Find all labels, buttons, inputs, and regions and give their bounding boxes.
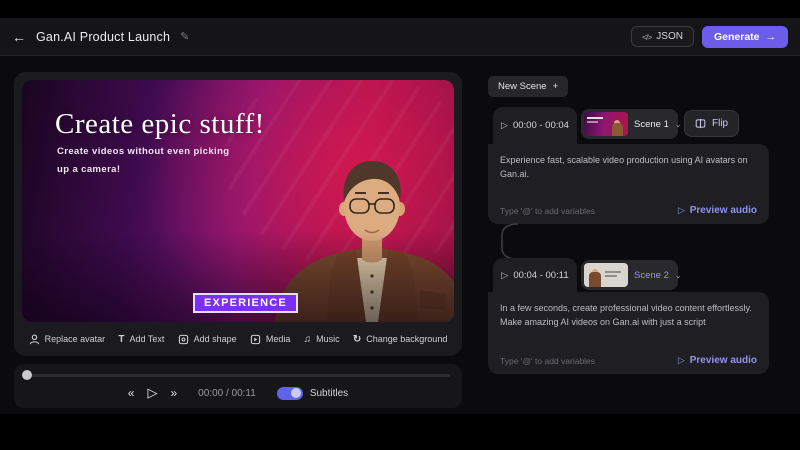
scene1-name: Scene 1 (634, 119, 669, 130)
scene2-preview-audio-button[interactable]: ▷ Preview audio (678, 355, 757, 366)
media-button[interactable]: Media (250, 334, 291, 345)
video-subtitle-line1: Create videos without even picking (57, 146, 230, 157)
scene1-script-card: Experience fast, scalable video producti… (488, 144, 769, 224)
text-icon: T (118, 334, 124, 345)
scene2-script-input[interactable]: In a few seconds, create professional vi… (500, 302, 757, 330)
rewind-icon[interactable]: « (128, 386, 135, 400)
play-icon: ▷ (678, 205, 685, 216)
scene2-time-range: 00:04 - 00:11 (513, 270, 568, 281)
replace-avatar-button[interactable]: Replace avatar (29, 334, 106, 345)
experience-badge[interactable]: EXPERIENCE (193, 293, 298, 313)
back-icon[interactable]: ← (12, 29, 26, 45)
scene1-thumbnail (584, 112, 628, 136)
play-icon: ▷ (678, 355, 685, 366)
tool-label: Media (266, 334, 291, 344)
scene-connector-line (498, 223, 520, 261)
refresh-icon: ↻ (353, 334, 361, 345)
add-text-button[interactable]: T Add Text (118, 334, 164, 345)
playback-bar: « ▷ » 00:00 / 00:11 Subtitles (14, 364, 462, 408)
json-button[interactable]: </> JSON (631, 26, 694, 47)
play-icon[interactable]: ▷ (501, 120, 508, 131)
flip-button[interactable]: Flip (684, 110, 739, 137)
time-display: 00:00 / 00:11 (198, 388, 256, 399)
subtitles-label: Subtitles (310, 388, 348, 399)
new-scene-label: New Scene (498, 81, 547, 92)
flip-icon (695, 118, 706, 129)
scene1-time-range: 00:00 - 00:04 (513, 120, 569, 131)
plus-icon: + (553, 81, 559, 92)
music-icon: ♫ (304, 334, 312, 345)
scene2-selector[interactable]: Scene 2 ⌄ (581, 260, 678, 290)
tool-label: Change background (366, 334, 447, 344)
shape-icon (178, 334, 189, 345)
subtitles-toggle[interactable] (277, 387, 303, 400)
video-preview[interactable]: Create epic stuff! Create videos without… (22, 80, 454, 322)
tool-label: Add Text (130, 334, 165, 344)
add-shape-button[interactable]: Add shape (178, 334, 237, 345)
chevron-down-icon[interactable]: ⌄ (675, 271, 682, 280)
play-icon[interactable]: ▷ (147, 385, 157, 401)
video-editor-card: Create epic stuff! Create videos without… (14, 72, 462, 356)
toggle-knob (291, 388, 301, 398)
variables-hint: Type '@' to add variables (500, 356, 595, 366)
arrow-right-icon: → (766, 31, 777, 43)
timeline-scrubber-handle[interactable] (22, 370, 32, 380)
code-icon: </> (642, 32, 651, 42)
topbar: ← Gan.AI Product Launch ✎ </> JSON Gener… (0, 18, 800, 56)
scene2-script-card: In a few seconds, create professional vi… (488, 292, 769, 374)
scene2-name: Scene 2 (634, 270, 669, 281)
main-content: Create epic stuff! Create videos without… (0, 56, 800, 414)
variables-hint: Type '@' to add variables (500, 206, 595, 216)
video-subtitle-line2: up a camera! (57, 164, 120, 175)
playback-controls: « ▷ » 00:00 / 00:11 Subtitles (14, 383, 462, 403)
timeline-track[interactable] (26, 374, 450, 377)
new-scene-button[interactable]: New Scene + (488, 76, 568, 97)
preview-audio-label: Preview audio (690, 205, 757, 216)
music-button[interactable]: ♫ Music (304, 334, 340, 345)
chevron-down-icon[interactable]: ⌄ (675, 120, 682, 129)
video-headline-text: Create epic stuff! (55, 108, 265, 141)
generate-button-label: Generate (714, 31, 760, 43)
scene2-time-tab[interactable]: ▷ 00:04 - 00:11 (493, 258, 577, 292)
scene2-script-footer: Type '@' to add variables ▷ Preview audi… (500, 355, 757, 366)
tool-label: Replace avatar (45, 334, 106, 344)
scene1-preview-audio-button[interactable]: ▷ Preview audio (678, 205, 757, 216)
topbar-actions: </> JSON Generate → (631, 26, 788, 48)
tool-label: Add shape (194, 334, 237, 344)
flip-button-label: Flip (712, 118, 728, 129)
play-icon[interactable]: ▷ (501, 270, 508, 281)
scene1-time-tab[interactable]: ▷ 00:00 - 00:04 (493, 107, 577, 144)
edit-title-icon[interactable]: ✎ (180, 30, 189, 43)
json-button-label: JSON (656, 31, 683, 42)
video-toolbar: Replace avatar T Add Text Add shape (22, 324, 454, 354)
forward-icon[interactable]: » (170, 386, 177, 400)
preview-audio-label: Preview audio (690, 355, 757, 366)
change-background-button[interactable]: ↻ Change background (353, 334, 447, 345)
scene1-script-footer: Type '@' to add variables ▷ Preview audi… (500, 205, 757, 216)
scene1-selector[interactable]: Scene 1 ⌄ (581, 109, 678, 139)
tool-label: Music (316, 334, 340, 344)
person-icon (29, 334, 40, 345)
scene1-script-input[interactable]: Experience fast, scalable video producti… (500, 154, 757, 182)
app-window: ← Gan.AI Product Launch ✎ </> JSON Gener… (0, 0, 800, 450)
scene2-thumbnail (584, 263, 628, 287)
generate-button[interactable]: Generate → (702, 26, 788, 48)
project-title: Gan.AI Product Launch (36, 30, 170, 44)
media-icon (250, 334, 261, 345)
